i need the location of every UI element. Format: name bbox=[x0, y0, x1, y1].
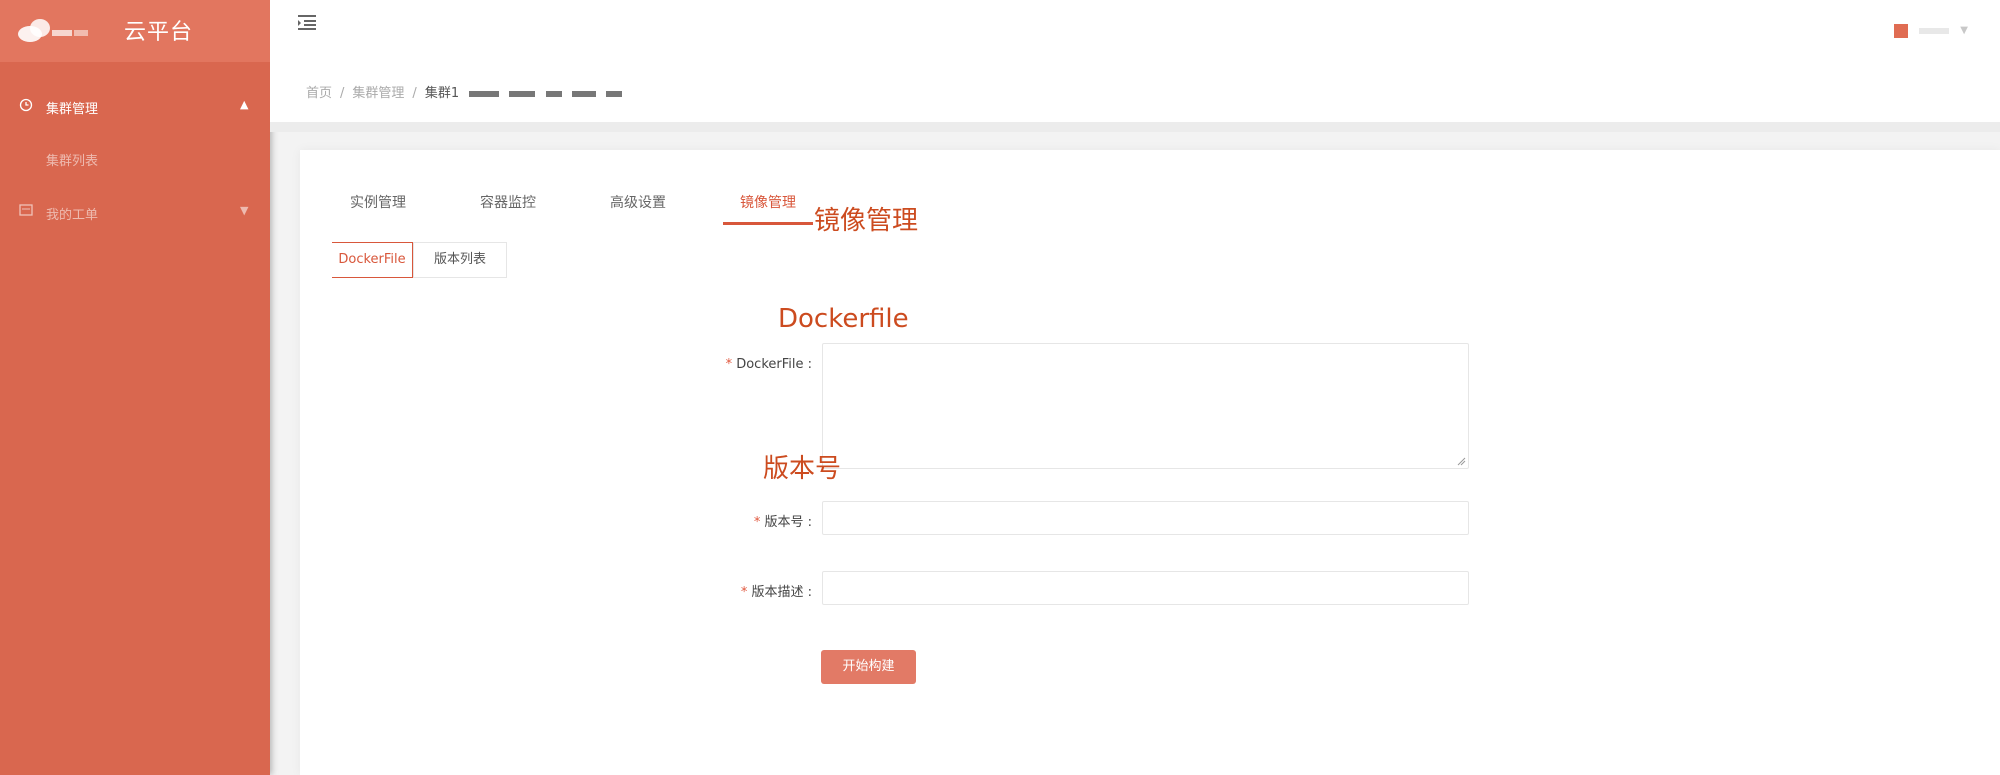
sidebar-item-cluster-list[interactable]: 集群列表 bbox=[46, 150, 98, 169]
cluster-icon bbox=[19, 98, 33, 116]
topbar: ▼ 首页 / 集群管理 / 集群1 bbox=[270, 0, 2000, 132]
main-card: 实例管理 容器监控 高级设置 镜像管理 镜像管理 DockerFile 版本列表… bbox=[300, 150, 2000, 775]
menu-fold-icon[interactable] bbox=[296, 12, 318, 32]
dockerfile-textarea[interactable] bbox=[822, 343, 1469, 469]
tab-image-management[interactable]: 镜像管理 bbox=[740, 192, 796, 212]
subtab-dockerfile[interactable]: DockerFile bbox=[332, 242, 413, 278]
version-input[interactable] bbox=[822, 501, 1469, 535]
avatar bbox=[1894, 23, 1909, 38]
dockerfile-label-text: DockerFile : bbox=[736, 357, 812, 372]
redacted-text bbox=[545, 90, 562, 97]
description-label-text: 版本描述 : bbox=[751, 585, 812, 600]
breadcrumb: 首页 / 集群管理 / 集群1 bbox=[306, 82, 622, 101]
sidebar-group-label: 集群管理 bbox=[46, 102, 99, 117]
annotation-version: 版本号 bbox=[763, 454, 842, 484]
tab-bar: 实例管理 容器监控 高级设置 镜像管理 bbox=[300, 150, 2000, 226]
tab-advanced-settings[interactable]: 高级设置 bbox=[610, 192, 666, 212]
redacted-text bbox=[605, 90, 622, 97]
required-mark: * bbox=[740, 585, 748, 600]
user-menu[interactable]: ▼ bbox=[1894, 20, 1968, 39]
description-label: * 版本描述 : bbox=[700, 581, 812, 600]
breadcrumb-home[interactable]: 首页 bbox=[306, 86, 332, 101]
user-name-redacted bbox=[1919, 27, 1950, 34]
version-label-text: 版本号 : bbox=[764, 515, 812, 530]
chevron-down-icon: ▼ bbox=[240, 204, 249, 217]
start-build-button[interactable]: 开始构建 bbox=[821, 650, 916, 684]
required-mark: * bbox=[753, 515, 761, 530]
redacted-text bbox=[469, 90, 500, 97]
logo-bar: 云平台 bbox=[0, 0, 270, 62]
redacted-text bbox=[509, 90, 536, 97]
app-title: 云平台 bbox=[124, 20, 194, 45]
ticket-icon bbox=[19, 204, 33, 220]
breadcrumb-current: 集群1 bbox=[424, 86, 460, 101]
sidebar-group-cluster-management[interactable]: 集群管理 ▲ bbox=[0, 86, 270, 126]
chevron-down-icon: ▼ bbox=[1960, 25, 1968, 36]
tab-active-indicator bbox=[723, 222, 813, 225]
subtab-version-list[interactable]: 版本列表 bbox=[413, 242, 507, 278]
logo-icon bbox=[18, 19, 88, 42]
annotation-dockerfile: Dockerfile bbox=[778, 304, 909, 334]
sidebar-group-my-tickets[interactable]: 我的工单 ▼ bbox=[0, 198, 270, 228]
tab-container-monitoring[interactable]: 容器监控 bbox=[480, 192, 536, 212]
description-input[interactable] bbox=[822, 571, 1469, 605]
tab-instance-management[interactable]: 实例管理 bbox=[350, 192, 406, 212]
sidebar: 云平台 集群管理 ▲ 集群列表 我的工单 ▼ bbox=[0, 0, 270, 775]
version-label: * 版本号 : bbox=[700, 511, 812, 530]
breadcrumb-cluster-management[interactable]: 集群管理 bbox=[352, 86, 404, 101]
sidebar-group-label: 我的工单 bbox=[46, 208, 99, 223]
chevron-up-icon: ▲ bbox=[240, 98, 249, 111]
annotation-image-management: 镜像管理 bbox=[814, 206, 919, 236]
required-mark: * bbox=[725, 357, 733, 372]
dockerfile-label: * DockerFile : bbox=[700, 357, 812, 372]
redacted-text bbox=[571, 90, 596, 97]
resize-handle-icon[interactable] bbox=[1456, 456, 1466, 466]
